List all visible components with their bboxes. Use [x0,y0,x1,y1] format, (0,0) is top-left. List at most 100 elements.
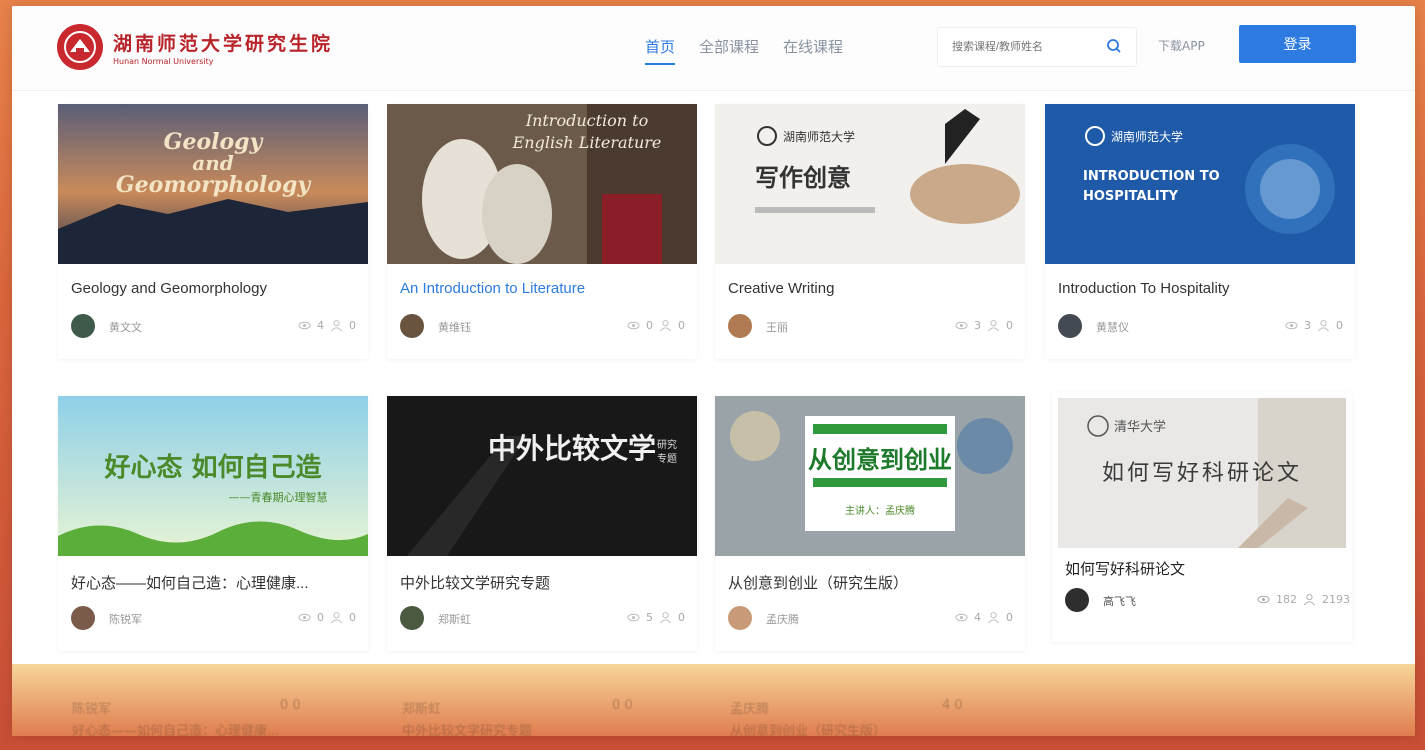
course-title[interactable]: 如何写好科研论文 [1065,558,1355,579]
user-icon [988,320,999,332]
teacher-avatar [1065,588,1089,612]
eye-icon [955,321,968,330]
course-stats: 3 0 [955,319,1013,332]
teacher-name: 黄文文 [109,321,142,334]
eye-icon [627,613,640,622]
login-button[interactable]: 登录 [1239,25,1356,63]
teacher-avatar [1058,314,1082,338]
course-thumbnail: 湖南师范大学 写作创意 [715,104,1025,264]
search-icon[interactable] [1106,38,1122,54]
ghost-stats: 4 0 [942,698,963,713]
course-meta: 黄维钰 0 0 [400,314,685,338]
eye-icon [298,613,311,622]
svg-text:湖南师范大学: 湖南师范大学 [1111,129,1183,144]
course-meta: 孟庆腾 4 0 [728,606,1013,630]
course-meta: 王丽 3 0 [728,314,1013,338]
course-card[interactable]: 从创意到创业 主讲人：孟庆腾 从创意到创业（研究生版） 孟庆腾 4 0 [715,396,1025,651]
student-count: 0 [678,611,685,624]
svg-text:HOSPITALITY: HOSPITALITY [1083,189,1179,204]
course-thumbnail: Geology and Geomorphology [58,104,368,264]
course-card[interactable]: Introduction to English Literature An In… [387,104,697,359]
svg-text:——青春期心理智慧: ——青春期心理智慧 [229,490,328,504]
user-icon [988,612,999,624]
teacher-name: 郑斯虹 [438,613,471,626]
teacher-avatar [71,606,95,630]
svg-text:Introduction to: Introduction to [525,111,648,130]
user-icon [660,320,671,332]
course-title[interactable]: 中外比较文学研究专题 [400,572,690,593]
student-count: 0 [1336,319,1343,332]
course-stats: 0 0 [627,319,685,332]
course-stats: 4 0 [298,319,356,332]
view-count: 3 [974,319,981,332]
course-thumbnail: 中外比较文学 研究 专题 [387,396,697,556]
university-emblem-icon [57,24,103,70]
ghost-stats: 0 0 [612,698,633,713]
teacher-avatar [728,606,752,630]
student-count: 2193 [1322,593,1350,606]
course-card-hovered[interactable]: 清华大学 如何写好科研论文 如何写好科研论文 高飞飞 182 2193 [1052,392,1352,642]
course-title[interactable]: 好心态——如何自己造：心理健康... [71,572,361,593]
teacher-avatar [71,314,95,338]
svg-text:写作创意: 写作创意 [755,164,851,192]
view-count: 4 [974,611,981,624]
course-title[interactable]: Geology and Geomorphology [71,280,361,297]
student-count: 0 [1006,319,1013,332]
course-meta: 黄慧仪 3 0 [1058,314,1343,338]
course-card[interactable]: 好心态 如何自己造 ——青春期心理智慧 好心态——如何自己造：心理健康... 陈… [58,396,368,651]
course-card[interactable]: Geology and Geomorphology Geology and Ge… [58,104,368,359]
view-count: 3 [1304,319,1311,332]
course-meta: 高飞飞 182 2193 [1065,588,1350,612]
search-input[interactable] [938,28,1104,66]
course-thumbnail: 好心态 如何自己造 ——青春期心理智慧 [58,396,368,556]
ghost-teacher: 孟庆腾 [730,702,770,717]
course-title[interactable]: An Introduction to Literature [400,280,690,297]
course-title[interactable]: Creative Writing [728,280,1018,297]
ghost-title: 好心态——如何自己造：心理健康... [72,724,280,736]
site-logo[interactable]: 湖南师范大学研究生院 Hunan Normal University [57,24,333,70]
course-card[interactable]: 湖南师范大学 写作创意 Creative Writing 王丽 3 0 [715,104,1025,359]
teacher-name: 孟庆腾 [766,613,799,626]
course-thumbnail: 清华大学 如何写好科研论文 [1058,398,1346,548]
svg-text:从创意到创业: 从创意到创业 [808,446,952,474]
download-app-link[interactable]: 下载APP [1158,37,1205,54]
course-stats: 3 0 [1285,319,1343,332]
eye-icon [1285,321,1298,330]
teacher-name: 黄维钰 [438,321,471,334]
svg-text:湖南师范大学: 湖南师范大学 [783,129,855,144]
view-count: 5 [646,611,653,624]
course-meta: 黄文文 4 0 [71,314,356,338]
teacher-name: 黄慧仪 [1096,321,1129,334]
course-title[interactable]: 从创意到创业（研究生版） [728,572,1018,593]
course-title[interactable]: Introduction To Hospitality [1058,280,1348,297]
course-thumbnail: 从创意到创业 主讲人：孟庆腾 [715,396,1025,556]
user-icon [660,612,671,624]
user-icon [1318,320,1329,332]
course-stats: 0 0 [298,611,356,624]
eye-icon [298,321,311,330]
ghost-teacher: 郑斯虹 [402,702,442,717]
svg-text:主讲人：孟庆腾: 主讲人：孟庆腾 [845,504,915,517]
ghost-teacher: 陈锐军 [72,702,112,717]
teacher-avatar [400,606,424,630]
logo-subtitle: Hunan Normal University [113,56,214,66]
nav-home[interactable]: 首页 [645,36,676,65]
view-count: 4 [317,319,324,332]
course-meta: 郑斯虹 5 0 [400,606,685,630]
nav-all-courses[interactable]: 全部课程 [699,36,759,65]
view-count: 0 [646,319,653,332]
site-header: 湖南师范大学研究生院 Hunan Normal University 首页 全部… [12,6,1415,91]
course-stats: 182 2193 [1257,593,1350,606]
browser-page: 湖南师范大学研究生院 Hunan Normal University 首页 全部… [12,6,1415,736]
svg-text:如何写好科研论文: 如何写好科研论文 [1102,461,1302,486]
reflection-overlay: 陈锐军 0 0 好心态——如何自己造：心理健康... 郑斯虹 0 0 中外比较文… [12,664,1415,736]
course-stats: 4 0 [955,611,1013,624]
course-card[interactable]: 湖南师范大学 INTRODUCTION TO HOSPITALITY Intro… [1045,104,1355,359]
student-count: 0 [349,319,356,332]
user-icon [331,320,342,332]
teacher-name: 高飞飞 [1103,595,1136,608]
svg-text:English Literature: English Literature [512,133,662,152]
course-card[interactable]: 中外比较文学 研究 专题 中外比较文学研究专题 郑斯虹 5 0 [387,396,697,651]
svg-text:好心态 如何自己造: 好心态 如何自己造 [103,452,321,483]
nav-online-courses[interactable]: 在线课程 [783,36,843,65]
